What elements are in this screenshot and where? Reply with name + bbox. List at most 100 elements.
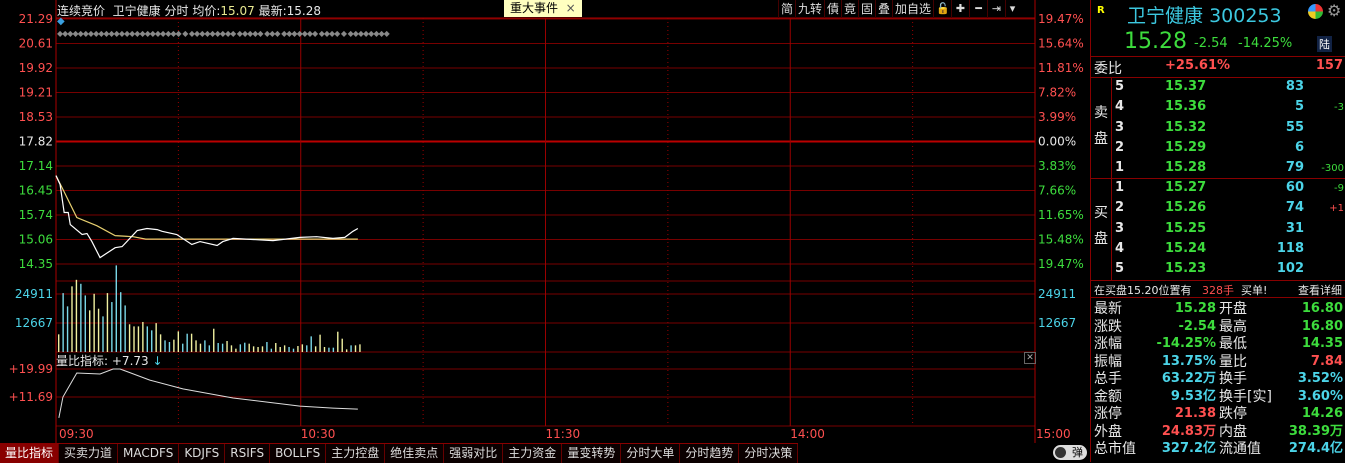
- price-axis-label: 19.92: [19, 61, 53, 75]
- gear-icon[interactable]: ⚙: [1327, 1, 1341, 20]
- weibi-value: +25.61%: [1165, 58, 1231, 73]
- volume-bar: [115, 265, 117, 352]
- volume-bar: [252, 346, 255, 352]
- indicator-tab[interactable]: 量比指标: [0, 444, 60, 463]
- price-axis-label: 19.21: [19, 86, 53, 100]
- pie-chart-icon[interactable]: [1308, 4, 1323, 19]
- volume-bar: [151, 330, 153, 352]
- toolbar-button[interactable]: 竟: [841, 0, 858, 18]
- stat-row: 涨停 21.38 跌停 14.26: [1094, 406, 1343, 422]
- volume-bar: [106, 293, 109, 352]
- toolbar-button[interactable]: 債: [824, 0, 841, 18]
- intraday-chart[interactable]: 21.29 20.61 19.92 19.21 18.53 17.82 17.14 16.45…: [0, 0, 1090, 462]
- volume-bar: [168, 342, 171, 352]
- skip-end-icon[interactable]: ⇥: [987, 0, 1005, 18]
- indicator-tab[interactable]: KDJFS: [179, 444, 226, 463]
- volume-bar: [279, 346, 281, 352]
- volume-bar: [80, 283, 82, 352]
- buy-row[interactable]: 4 15.24 118: [1091, 241, 1345, 261]
- view-details-link[interactable]: 查看详细: [1298, 282, 1342, 298]
- sell-row[interactable]: 5 15.37 83: [1091, 79, 1345, 99]
- pct-axis-label: 3.83%: [1038, 159, 1076, 173]
- volume-bar: [137, 326, 140, 352]
- buy-row[interactable]: 2 15.26 74 +1: [1091, 200, 1345, 220]
- stat-row: 总手 63.22万 换手 3.52%: [1094, 371, 1343, 387]
- plus-icon[interactable]: ✚: [951, 0, 969, 18]
- indicator-tab[interactable]: 主力资金: [503, 444, 563, 463]
- pct-axis-label: 0.00%: [1038, 135, 1076, 149]
- chart-title: 连续竞价 卫宁健康 分时 均价:15.07 最新:15.28: [57, 2, 321, 19]
- volume-bar: [319, 334, 321, 352]
- indicator-tab[interactable]: 分时趋势: [680, 444, 740, 463]
- weibi-label: 委比: [1094, 61, 1122, 77]
- indicator-tab[interactable]: 分时大单: [621, 444, 681, 463]
- popup-toggle[interactable]: 弹: [1053, 445, 1087, 460]
- volume-bar: [217, 343, 219, 352]
- volume-bar: [359, 344, 361, 352]
- volume-bar: [111, 302, 113, 352]
- avg-price: 15.07: [220, 4, 255, 18]
- indicator-tab[interactable]: 绝佳卖点: [385, 444, 445, 463]
- volume-bar: [213, 328, 215, 352]
- toggle-label: 弹: [1072, 446, 1083, 459]
- volume-bar: [133, 326, 135, 352]
- toolbar-button[interactable]: 简: [778, 0, 795, 18]
- time-axis-label: 09:30: [59, 427, 94, 441]
- price-axis-label: 21.29: [19, 12, 53, 26]
- volume-bar: [337, 331, 339, 352]
- toolbar-button[interactable]: 叠: [875, 0, 892, 18]
- indicator-axis-label: +11.69: [9, 390, 53, 404]
- time-axis-label: 11:30: [546, 427, 581, 441]
- chart-toolbar: 简九转債竟固叠加自选 🔓 ✚ ━ ⇥ ▾: [778, 0, 1036, 18]
- major-events-button[interactable]: 重大事件 ×: [504, 0, 582, 17]
- time-axis-label: 15:00: [1036, 427, 1071, 441]
- sell-row[interactable]: 1 15.28 79 -300: [1091, 160, 1345, 180]
- quote-panel: R 卫宁健康 300253 ⚙ 15.28 -2.54 -14.25% 陆 委比…: [1090, 0, 1345, 462]
- volume-bar: [235, 348, 237, 352]
- volume-bar: [164, 340, 166, 352]
- toolbar-button[interactable]: 加自选: [892, 0, 933, 18]
- indicator-tab[interactable]: MACDFS: [118, 444, 180, 463]
- lock-icon[interactable]: 🔓: [933, 0, 951, 18]
- buy-row[interactable]: 1 15.27 60 -9: [1091, 180, 1345, 200]
- price-axis-label: 18.53: [19, 110, 53, 124]
- weicha-value: 157: [1315, 58, 1343, 73]
- volume-axis-label: 12667: [1038, 316, 1076, 330]
- buy-row[interactable]: 3 15.25 31: [1091, 221, 1345, 241]
- stat-row: 外盘 24.83万 内盘 38.39万: [1094, 423, 1343, 440]
- stat-row: 振幅 13.75% 量比 7.84: [1094, 353, 1343, 370]
- indicator-close-button[interactable]: ✕: [1024, 352, 1036, 364]
- avg-label: 均价:: [192, 4, 221, 18]
- volume-bar: [354, 345, 357, 352]
- hk-connect-badge: 陆: [1317, 36, 1332, 52]
- toolbar-button[interactable]: 九转: [795, 0, 824, 18]
- minus-icon[interactable]: ━: [969, 0, 987, 18]
- indicator-tab[interactable]: BOLLFS: [270, 444, 327, 463]
- indicator-tab[interactable]: 强弱对比: [444, 444, 504, 463]
- order-notice[interactable]: 在买盘15.20位置有 328手 买单!: [1094, 282, 1267, 298]
- stat-row: 金额 9.53亿 换手[实] 3.60%: [1094, 388, 1343, 405]
- volume-bar: [177, 331, 180, 352]
- indicator-tab[interactable]: 主力控盘: [326, 444, 386, 463]
- volume-bar: [301, 344, 304, 352]
- volume-bar: [186, 333, 188, 352]
- close-icon[interactable]: ×: [566, 1, 576, 15]
- volume-axis-label: 24911: [15, 287, 53, 301]
- volume-bar: [261, 346, 264, 352]
- volume-bar: [182, 343, 184, 352]
- indicator-tab[interactable]: 分时决策: [739, 444, 799, 463]
- indicator-tab[interactable]: RSIFS: [225, 444, 271, 463]
- dropdown-icon[interactable]: ▾: [1005, 0, 1019, 18]
- pct-axis-label: 15.64%: [1038, 37, 1084, 51]
- indicator-tab[interactable]: 买卖力道: [59, 444, 119, 463]
- weibi-row: 委比 +25.61% 157: [1091, 58, 1345, 78]
- sell-row[interactable]: 4 15.36 5 -3: [1091, 99, 1345, 119]
- quote-title: 卫宁健康 300253: [1127, 1, 1282, 28]
- sell-row[interactable]: 2 15.29 6: [1091, 140, 1345, 160]
- sell-row[interactable]: 3 15.32 55: [1091, 120, 1345, 140]
- buy-row[interactable]: 5 15.23 102: [1091, 261, 1345, 281]
- toolbar-button[interactable]: 固: [858, 0, 875, 18]
- pct-axis-label: 19.47%: [1038, 257, 1084, 271]
- indicator-tab[interactable]: 量变转势: [562, 444, 622, 463]
- indicator-tabs: 量比指标 买卖力道 MACDFS KDJFS RSIFS BOLLFS 主力控盘 绝佳卖点 强弱…: [0, 443, 799, 463]
